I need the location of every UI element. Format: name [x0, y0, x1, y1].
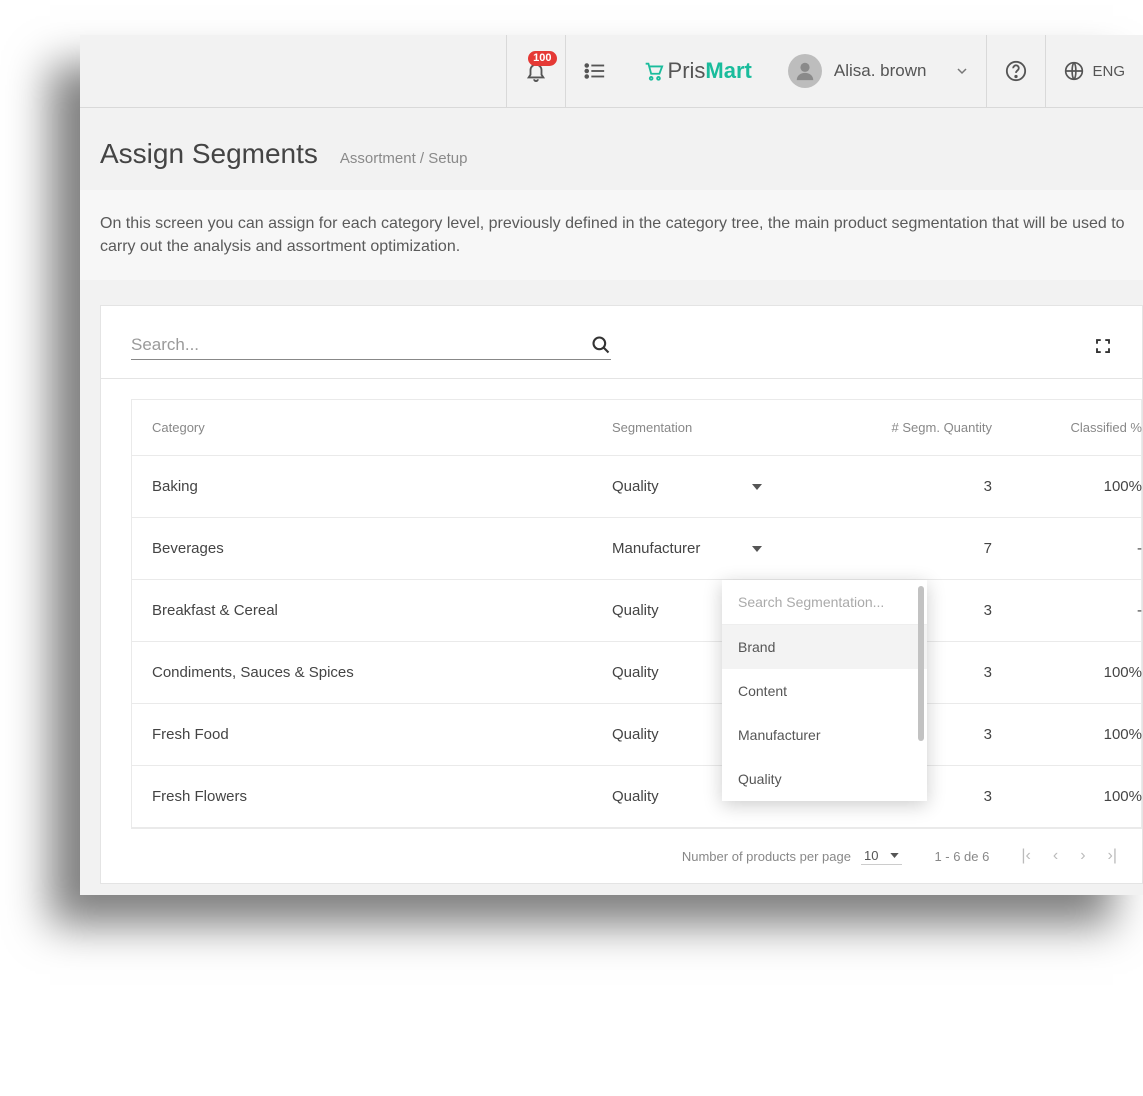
list-icon: [584, 62, 606, 80]
menu-list-button[interactable]: [565, 35, 624, 108]
table-row: Baking Quality 3 100%: [132, 456, 1141, 518]
table-row: Beverages Manufacturer 7 - Brand Content…: [132, 518, 1141, 580]
breadcrumb: Assortment / Setup: [340, 150, 468, 167]
page-description: On this screen you can assign for each c…: [80, 190, 1143, 280]
language-switch[interactable]: ENG: [1045, 35, 1143, 108]
page-first-icon[interactable]: |‹: [1021, 847, 1030, 865]
cell-classified: 100%: [1002, 664, 1143, 681]
page-next-icon[interactable]: ›: [1080, 847, 1085, 865]
globe-icon: [1064, 61, 1084, 81]
search-field[interactable]: [131, 331, 611, 360]
cell-qty: 3: [812, 478, 1002, 495]
segments-card: Category Segmentation # Segm. Quantity C…: [100, 305, 1143, 884]
page-size-label: Number of products per page: [682, 849, 851, 864]
dropdown-option[interactable]: Manufacturer: [722, 713, 927, 757]
language-label: ENG: [1092, 63, 1125, 80]
topbar: 100 PrisMart Alisa. brown: [80, 35, 1143, 108]
dropdown-option[interactable]: Brand: [722, 625, 927, 669]
cell-category: Breakfast & Cereal: [152, 602, 612, 619]
segmentation-select[interactable]: Quality: [612, 478, 762, 495]
segments-table: Category Segmentation # Segm. Quantity C…: [131, 399, 1142, 828]
help-icon: [1005, 60, 1027, 82]
notification-badge: 100: [528, 51, 556, 66]
table-row: Fresh Flowers Quality 3 100%: [132, 766, 1141, 828]
username: Alisa. brown: [834, 61, 927, 81]
page-title: Assign Segments: [100, 138, 318, 170]
page-header: Assign Segments Assortment / Setup: [80, 108, 1143, 190]
fullscreen-icon[interactable]: [1094, 337, 1112, 355]
segmentation-value: Quality: [612, 602, 659, 619]
table-row: Condiments, Sauces & Spices Quality 3 10…: [132, 642, 1141, 704]
page-size-value: 10: [864, 848, 878, 863]
user-menu[interactable]: Alisa. brown: [770, 35, 987, 108]
col-category: Category: [152, 420, 612, 435]
cart-icon: [642, 60, 664, 82]
cell-classified: -: [1002, 540, 1143, 557]
segmentation-select[interactable]: Manufacturer: [612, 540, 762, 557]
page-prev-icon[interactable]: ‹: [1053, 847, 1058, 865]
search-icon: [591, 335, 611, 355]
chevron-down-icon: [956, 67, 968, 75]
table-header: Category Segmentation # Segm. Quantity C…: [132, 400, 1141, 456]
segmentation-dropdown: Brand Content Manufacturer Quality: [722, 580, 927, 801]
cell-classified: 100%: [1002, 788, 1143, 805]
avatar: [788, 54, 822, 88]
cell-category: Beverages: [152, 540, 612, 557]
caret-down-icon: [752, 546, 762, 552]
logo-mart: Mart: [705, 58, 751, 83]
cell-category: Condiments, Sauces & Spices: [152, 664, 612, 681]
pagination: Number of products per page 10 1 - 6 de …: [131, 828, 1142, 883]
scrollbar[interactable]: [918, 586, 924, 741]
segmentation-value: Quality: [612, 788, 659, 805]
search-input[interactable]: [131, 331, 591, 359]
dropdown-option[interactable]: Quality: [722, 757, 927, 801]
caret-down-icon: [752, 484, 762, 490]
page-size-select[interactable]: 10: [861, 847, 902, 865]
cell-classified: 100%: [1002, 478, 1143, 495]
app-logo: PrisMart: [624, 35, 770, 108]
table-row: Breakfast & Cereal Quality 3 -: [132, 580, 1141, 642]
cell-category: Baking: [152, 478, 612, 495]
segmentation-value: Quality: [612, 664, 659, 681]
col-segmentation: Segmentation: [612, 420, 812, 435]
dropdown-search[interactable]: [722, 580, 927, 625]
segmentation-value: Quality: [612, 478, 659, 495]
logo-pris: Pris: [668, 58, 706, 83]
segmentation-value: Manufacturer: [612, 540, 700, 557]
cell-classified: -: [1002, 602, 1143, 619]
dropdown-option[interactable]: Content: [722, 669, 927, 713]
page-range: 1 - 6 de 6: [934, 849, 989, 864]
col-qty: # Segm. Quantity: [812, 420, 1002, 435]
col-classified: Classified %: [1002, 420, 1143, 435]
help-button[interactable]: [986, 35, 1045, 108]
segmentation-value: Quality: [612, 726, 659, 743]
table-row: Fresh Food Quality 3 100%: [132, 704, 1141, 766]
page-last-icon[interactable]: ›|: [1108, 847, 1117, 865]
cell-category: Fresh Food: [152, 726, 612, 743]
cell-classified: 100%: [1002, 726, 1143, 743]
cell-category: Fresh Flowers: [152, 788, 612, 805]
cell-qty: 7: [812, 540, 1002, 557]
app-window: 100 PrisMart Alisa. brown: [80, 35, 1143, 895]
notifications-button[interactable]: 100: [506, 35, 565, 108]
